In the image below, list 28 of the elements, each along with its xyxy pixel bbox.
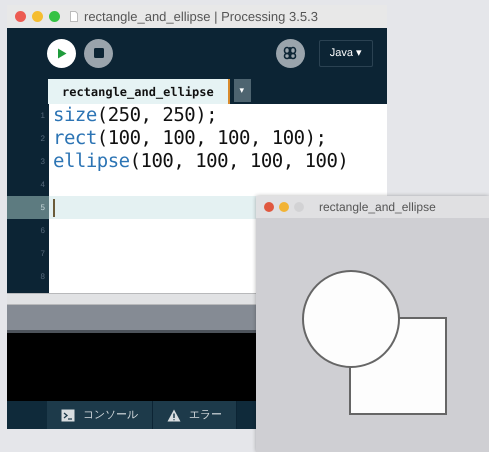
code-line: ellipse(100, 100, 100, 100) [53, 152, 348, 171]
line-number: 2 [40, 132, 45, 144]
debugger-button[interactable] [276, 38, 305, 68]
code-line: rect(100, 100, 100, 100); [53, 129, 326, 148]
maximize-icon[interactable] [49, 11, 60, 22]
tab-menu-button[interactable]: ▾ [234, 79, 251, 102]
stop-icon [94, 48, 104, 58]
close-icon[interactable] [15, 11, 26, 22]
warning-icon [167, 408, 181, 422]
run-button[interactable] [47, 38, 76, 68]
document-icon [70, 11, 78, 22]
play-icon [56, 48, 66, 58]
line-number: 4 [40, 178, 45, 190]
code-line: size(250, 250); [53, 106, 218, 125]
line-number: 6 [40, 224, 45, 236]
line-number: 3 [40, 156, 45, 168]
terminal-icon [61, 408, 75, 422]
stop-button[interactable] [84, 38, 113, 68]
file-tab[interactable]: rectangle_and_ellipse [48, 79, 230, 104]
console-tab[interactable]: コンソール [47, 401, 153, 429]
line-number: 5 [40, 202, 45, 214]
line-number: 8 [40, 270, 45, 282]
mode-dropdown[interactable]: Java ▾ [318, 40, 373, 66]
close-icon[interactable] [264, 202, 274, 212]
window-title: rectangle_and_ellipse | Processing 3.5.3 [84, 8, 318, 26]
line-number: 1 [40, 110, 45, 122]
errors-tab[interactable]: エラー [153, 401, 237, 429]
line-number: 7 [40, 248, 45, 260]
